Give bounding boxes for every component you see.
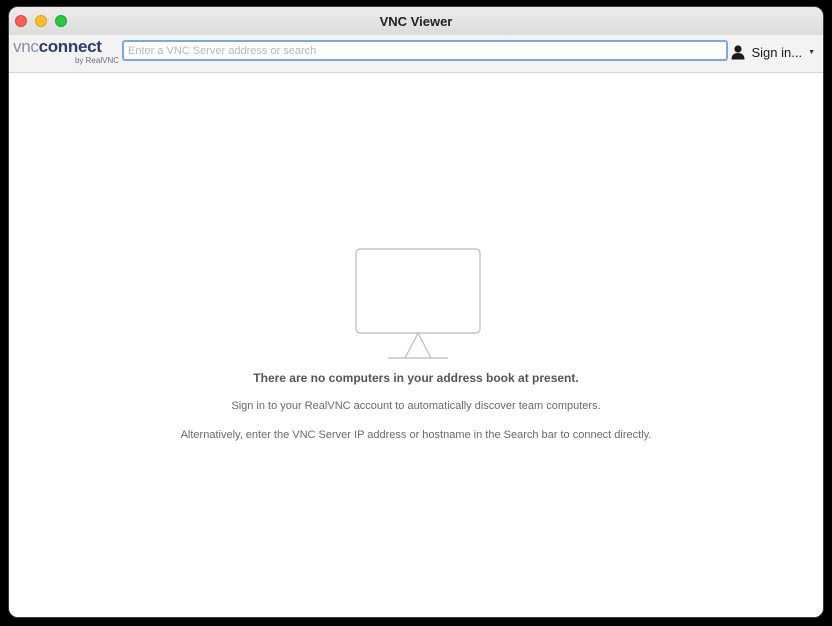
toolbar: vncconnect by RealVNC Sign in... ▼	[9, 35, 823, 73]
sign-in-button[interactable]: Sign in... ▼	[730, 43, 815, 61]
sign-in-label: Sign in...	[751, 44, 803, 60]
search-input[interactable]	[122, 40, 728, 61]
logo-vnc-text: vnc	[13, 37, 39, 56]
app-window: VNC Viewer vncconnect by RealVNC Sign in…	[8, 6, 824, 618]
user-icon	[731, 45, 745, 60]
address-book-area: There are no computers in your address b…	[9, 73, 823, 617]
logo-connect-text: connect	[38, 37, 102, 56]
close-window-button[interactable]	[15, 15, 27, 27]
title-bar[interactable]: VNC Viewer	[9, 7, 823, 35]
window-controls	[15, 15, 67, 27]
monitor-icon	[355, 248, 481, 359]
logo-byline: by RealVNC	[74, 56, 119, 65]
empty-state-search-hint: Alternatively, enter the VNC Server IP a…	[180, 429, 652, 441]
empty-state-signin-hint: Sign in to your RealVNC account to autom…	[231, 400, 601, 412]
maximize-window-button[interactable]	[55, 15, 67, 27]
vnc-connect-logo: vncconnect by RealVNC	[13, 38, 119, 68]
window-title: VNC Viewer	[379, 13, 453, 29]
chevron-down-icon: ▼	[808, 48, 815, 56]
logo-wordmark: vncconnect	[13, 38, 102, 56]
empty-state-heading: There are no computers in your address b…	[253, 371, 579, 385]
minimize-window-button[interactable]	[35, 15, 47, 27]
